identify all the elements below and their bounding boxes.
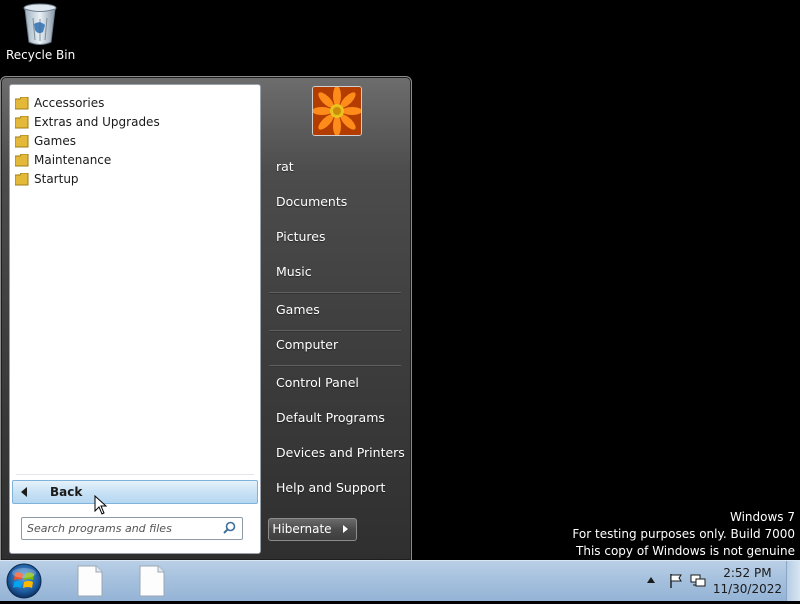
- recycle-bin-icon: [23, 3, 57, 45]
- program-folder-label: Maintenance: [34, 153, 112, 167]
- start-item-music[interactable]: Music: [269, 260, 406, 284]
- start-button[interactable]: [4, 562, 46, 600]
- start-item-control-panel[interactable]: Control Panel: [269, 371, 406, 395]
- flag-icon[interactable]: [669, 573, 683, 589]
- show-desktop-button[interactable]: [786, 561, 800, 601]
- search-icon[interactable]: [223, 521, 236, 534]
- recycle-bin-label: Recycle Bin: [6, 48, 76, 62]
- program-folder-extras[interactable]: Extras and Upgrades: [13, 113, 253, 132]
- tray-arrow-icon[interactable]: [647, 577, 655, 583]
- start-menu: Accessories Extras and Upgrades Games Ma…: [0, 76, 412, 561]
- program-folder-label: Games: [34, 134, 76, 148]
- watermark-line: This copy of Windows is not genuine: [576, 544, 795, 558]
- folder-icon: [15, 116, 29, 129]
- power-controls: Hibernate: [268, 518, 358, 541]
- search-box[interactable]: [21, 517, 243, 540]
- back-label: Back: [50, 485, 83, 499]
- divider: [16, 474, 254, 475]
- power-options-button[interactable]: [335, 518, 357, 541]
- program-folder-games[interactable]: Games: [13, 132, 253, 151]
- back-arrow-icon: [21, 487, 27, 497]
- back-button[interactable]: Back: [12, 480, 258, 504]
- user-picture-flower: [313, 87, 361, 135]
- taskbar-button-document[interactable]: [134, 565, 170, 597]
- watermark: Windows 7 For testing purposes only. Bui…: [572, 509, 795, 560]
- programs-pane: Accessories Extras and Upgrades Games Ma…: [9, 84, 261, 554]
- folder-icon: [15, 173, 29, 186]
- chevron-right-icon: [343, 525, 348, 533]
- divider: [269, 292, 401, 294]
- user-picture[interactable]: [312, 86, 362, 136]
- watermark-line: Windows 7: [729, 510, 795, 524]
- start-item-documents[interactable]: Documents: [269, 190, 406, 214]
- clock-date: 11/30/2022: [712, 582, 782, 596]
- start-item-pictures[interactable]: Pictures: [269, 225, 406, 249]
- clock-time: 2:52 PM: [723, 566, 772, 580]
- hibernate-button[interactable]: Hibernate: [268, 518, 336, 541]
- document-icon: [139, 565, 165, 597]
- watermark-line: For testing purposes only. Build 7000: [572, 527, 795, 541]
- divider: [269, 365, 401, 367]
- search-input[interactable]: [27, 520, 212, 536]
- folder-icon: [15, 97, 29, 110]
- mouse-cursor: [94, 495, 108, 515]
- program-folder-label: Accessories: [34, 96, 105, 110]
- folder-icon: [15, 154, 29, 167]
- start-orb-icon: [6, 563, 42, 599]
- clock[interactable]: 2:52 PM 11/30/2022: [713, 565, 782, 597]
- start-item-default-programs[interactable]: Default Programs: [269, 406, 406, 430]
- taskbar: 2:52 PM 11/30/2022: [0, 560, 800, 601]
- program-folder-label: Extras and Upgrades: [34, 115, 160, 129]
- taskbar-button-document[interactable]: [72, 565, 108, 597]
- folder-icon: [15, 135, 29, 148]
- start-item-devices-printers[interactable]: Devices and Printers: [269, 441, 406, 465]
- divider: [269, 330, 401, 332]
- program-folder-startup[interactable]: Startup: [13, 170, 253, 189]
- document-icon: [77, 565, 103, 597]
- program-folder-label: Startup: [34, 172, 79, 186]
- program-folder-accessories[interactable]: Accessories: [13, 94, 253, 113]
- start-item-games[interactable]: Games: [269, 298, 406, 322]
- program-folder-maintenance[interactable]: Maintenance: [13, 151, 253, 170]
- network-icon[interactable]: [690, 573, 706, 589]
- start-item-help-support[interactable]: Help and Support: [269, 476, 406, 500]
- start-item-computer[interactable]: Computer: [269, 333, 406, 357]
- start-item-user[interactable]: rat: [269, 155, 406, 179]
- recycle-bin[interactable]: Recycle Bin: [6, 2, 76, 72]
